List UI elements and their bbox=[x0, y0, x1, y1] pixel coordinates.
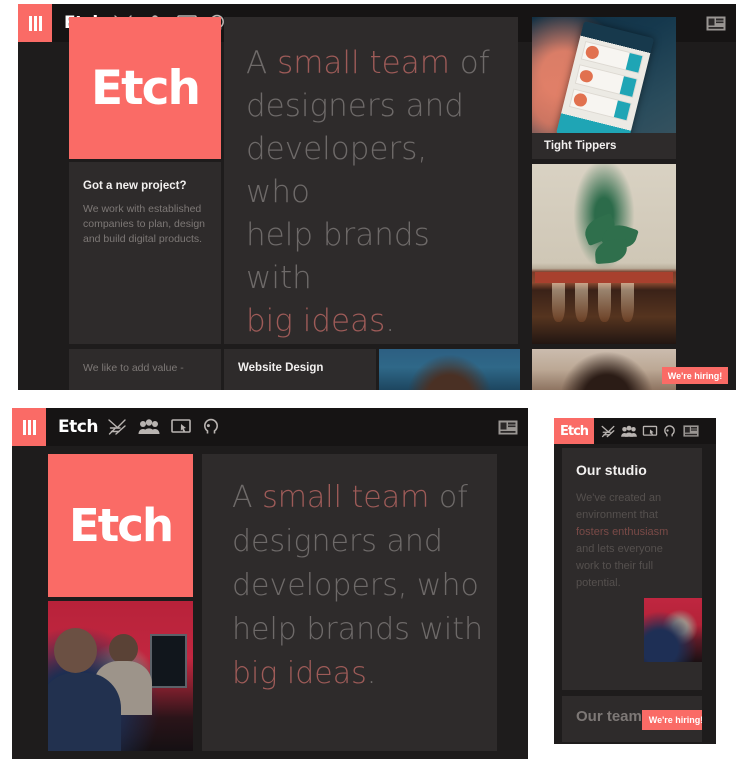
office-desks-photo-card[interactable] bbox=[48, 601, 193, 751]
contact-card-icon[interactable] bbox=[706, 16, 726, 31]
hero-line2: designers and bbox=[246, 88, 464, 124]
glass-art bbox=[552, 282, 566, 323]
head-profile-icon[interactable] bbox=[201, 417, 221, 437]
team-portrait-1[interactable] bbox=[379, 349, 520, 390]
hiring-badge-mobile[interactable]: We're hiring! bbox=[642, 710, 702, 730]
hero-line4: help brands with bbox=[232, 612, 484, 647]
nav-icon-list bbox=[600, 424, 699, 439]
hero-line1-c: of bbox=[449, 45, 490, 81]
leaf-art bbox=[594, 238, 628, 265]
studio-body-a: We've created an environment that bbox=[576, 492, 662, 522]
contact-card-icon[interactable] bbox=[683, 425, 699, 437]
contact-card-icon[interactable] bbox=[498, 420, 518, 435]
hero-headline-tablet: A small team of designers and developers… bbox=[232, 476, 497, 696]
menu-button[interactable] bbox=[12, 408, 46, 446]
people-group-icon[interactable] bbox=[137, 417, 161, 437]
studio-body-accent: fosters enthusiasm bbox=[576, 526, 669, 539]
hero-line2: designers and bbox=[232, 524, 443, 559]
logo-etch[interactable]: Etch bbox=[58, 417, 98, 437]
hero-card: A small team of designers and developers… bbox=[224, 17, 518, 344]
tablet-navbar: Etch bbox=[12, 408, 528, 446]
work-card-plant[interactable] bbox=[532, 164, 676, 344]
hiring-badge-desktop[interactable]: We're hiring! bbox=[662, 367, 728, 384]
hero-line1-c: of bbox=[429, 480, 468, 515]
value-card[interactable]: We like to add value - bbox=[69, 349, 221, 390]
people-group-icon[interactable] bbox=[620, 424, 638, 439]
screen-pointer-icon[interactable] bbox=[642, 424, 658, 439]
studio-card-body: We've created an environment that foster… bbox=[576, 490, 688, 592]
studio-card[interactable]: Our studio We've created an environment … bbox=[562, 448, 702, 690]
glass-art bbox=[598, 282, 612, 323]
shelf-art bbox=[534, 272, 674, 283]
hero-line1-a: A bbox=[232, 480, 263, 515]
desktop-preview-panel: Etch Got a new project? We work with est… bbox=[18, 4, 736, 390]
project-card-body: We work with established companies to pl… bbox=[83, 203, 205, 246]
team-card[interactable]: Our team We're hiring! bbox=[562, 696, 702, 742]
glass-art bbox=[575, 282, 589, 323]
team-portrait-2[interactable] bbox=[532, 349, 676, 390]
tablet-preview-panel: Etch Etch A small team of designers and … bbox=[12, 408, 528, 759]
hero-line4: help brands with bbox=[246, 217, 430, 296]
monitor-art bbox=[149, 634, 188, 688]
person-torso-art bbox=[48, 673, 121, 751]
website-design-title: Website Design bbox=[238, 362, 324, 374]
office-desks-photo bbox=[48, 601, 193, 751]
deckchair-icon[interactable] bbox=[106, 417, 128, 437]
glass-art bbox=[621, 282, 635, 323]
head-profile-icon[interactable] bbox=[662, 424, 677, 439]
work-card-tight-tippers[interactable]: Tight Tippers bbox=[532, 17, 676, 159]
brand-wordmark: Etch bbox=[91, 60, 201, 116]
hero-card-tablet: A small team of designers and developers… bbox=[202, 454, 497, 751]
hero-line1-accent: small team bbox=[277, 45, 450, 81]
screen-pointer-icon[interactable] bbox=[170, 417, 192, 437]
project-card-title: Got a new project? bbox=[83, 180, 187, 192]
nav-icon-list bbox=[106, 417, 221, 437]
deckchair-icon[interactable] bbox=[600, 424, 616, 439]
hero-line3: developers, who bbox=[232, 568, 479, 603]
project-card[interactable]: Got a new project? We work with establis… bbox=[69, 162, 221, 344]
hero-line5-b: . bbox=[385, 303, 396, 339]
menu-button[interactable] bbox=[18, 4, 52, 42]
mobile-navbar: Etch bbox=[554, 418, 716, 444]
hero-line5-accent: big ideas bbox=[232, 656, 367, 691]
logo-etch-button[interactable]: Etch bbox=[554, 418, 594, 444]
hero-line1-a: A bbox=[246, 45, 278, 81]
hamburger-icon bbox=[22, 419, 36, 435]
website-design-card[interactable]: Website Design bbox=[224, 349, 376, 390]
person-head-art bbox=[108, 634, 138, 664]
brand-tile-tablet[interactable]: Etch bbox=[48, 454, 193, 597]
mobile-preview-panel: Etch Our studio We've created an environ… bbox=[554, 418, 716, 744]
screenshot-stage: Etch Got a new project? We work with est… bbox=[0, 0, 736, 767]
hamburger-icon bbox=[28, 15, 42, 31]
work-card-caption: Tight Tippers bbox=[532, 133, 676, 159]
brand-wordmark: Etch bbox=[69, 499, 174, 552]
hero-line3: developers, who bbox=[246, 131, 428, 210]
studio-desks-photo[interactable] bbox=[644, 598, 702, 662]
brand-wordmark: Etch bbox=[559, 423, 589, 439]
hero-line5-b: . bbox=[366, 656, 377, 691]
hero-headline: A small team of designers and developers… bbox=[246, 42, 496, 343]
studio-card-title: Our studio bbox=[576, 462, 647, 478]
studio-body-b: and lets everyone work to their full pot… bbox=[576, 543, 663, 590]
hero-line5-accent: big ideas bbox=[246, 303, 386, 339]
person-head-art bbox=[53, 628, 98, 673]
brand-tile-desktop[interactable]: Etch bbox=[69, 17, 221, 159]
hero-line1-accent: small team bbox=[262, 480, 430, 515]
plant-shelf-photo bbox=[532, 164, 676, 344]
value-card-title: We like to add value - bbox=[83, 362, 184, 374]
